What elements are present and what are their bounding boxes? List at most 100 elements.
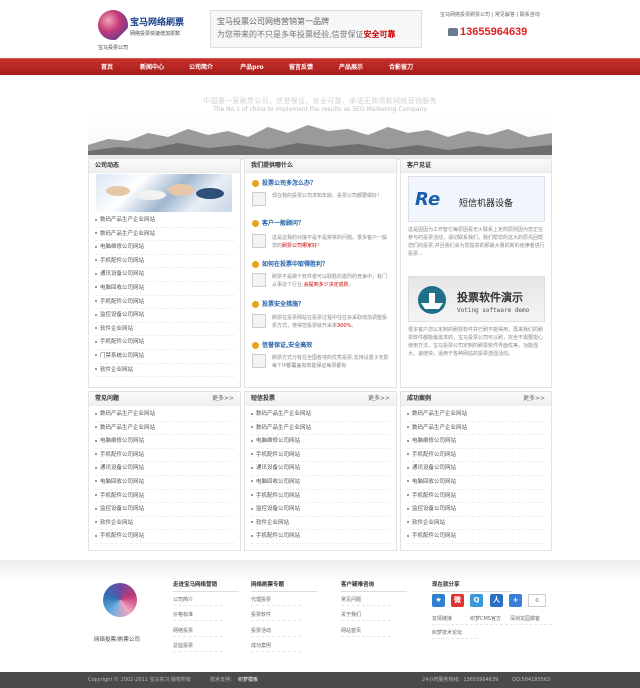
list-item[interactable]: 手机配件公司网站 — [95, 449, 234, 463]
qzone-share-icon[interactable]: ★ — [432, 594, 445, 607]
tencent-share-icon[interactable]: Q — [470, 594, 483, 607]
banner-headline: 中国第一家刷票公司，信誉保证，安全可靠，承诺无效退款网络营销服务 — [203, 97, 437, 105]
nav-item-home[interactable]: 首页 — [92, 59, 122, 76]
list-item[interactable]: 电脑维修公司网站 — [407, 435, 545, 449]
list-item[interactable]: 手机配件公司网站 — [407, 490, 545, 504]
more-link[interactable]: 更多>> — [523, 392, 545, 406]
more-link[interactable]: 更多>> — [368, 392, 390, 406]
nav-item-gallery[interactable]: 合影留刀 — [382, 59, 420, 76]
success-cases-list: 数码产品生产企业网站 数码产品生产企业网站 电脑维修公司网站 手机配件公司网站 … — [401, 406, 551, 544]
footer-col-about-title: 走进宝马网络营销 — [173, 580, 239, 592]
list-item[interactable]: 通讯设备公司网站 — [407, 462, 545, 476]
faq-question[interactable]: 如何在投票中取得胜利？ — [252, 259, 328, 268]
footer-link[interactable]: 关于我们 — [341, 611, 391, 621]
footer-link[interactable]: 网站首页 — [341, 627, 391, 637]
list-item[interactable]: 数码产品生产企业网站 — [251, 408, 390, 422]
footer-link[interactable]: 价格标准 — [173, 611, 223, 621]
list-item[interactable]: 数码产品生产企业网站 — [95, 408, 234, 422]
friend-link[interactable]: 深圳龙园做客 — [510, 615, 552, 625]
list-item[interactable]: 门禁系统公司网站 — [95, 350, 234, 364]
sms-device-banner[interactable]: Re 短信机器设备 — [408, 176, 545, 222]
footer-link[interactable]: 常见问题 — [341, 596, 391, 606]
list-item[interactable]: 通讯设备公司网站 — [95, 268, 234, 282]
list-item[interactable]: 通讯设备公司网站 — [251, 462, 390, 476]
list-item[interactable]: 手机配件公司网站 — [95, 336, 234, 350]
list-item[interactable]: 电脑回收公司网站 — [407, 476, 545, 490]
list-item[interactable]: 手机配件公司网站 — [95, 296, 234, 310]
list-item[interactable]: 软件企业网站 — [95, 323, 234, 337]
list-item[interactable]: 电脑回收公司网站 — [95, 282, 234, 296]
hotline-number: 13655964639 — [460, 26, 528, 38]
slogan-box: 宝马投票公司网络营销第一品牌 为您带来的不只是多年投票经验,信誉保证安全可靠 — [210, 10, 422, 48]
faq-question[interactable]: 投票安全措施？ — [252, 299, 304, 308]
footer-link[interactable]: 投票软件 — [251, 611, 301, 621]
list-item[interactable]: 数码产品生产企业网站 — [407, 422, 545, 436]
faq-question[interactable]: 客户一般顾问？ — [252, 218, 304, 227]
footer-link[interactable]: 代理投票 — [251, 596, 301, 606]
footer-link[interactable]: 投票活动 — [251, 627, 301, 637]
logo-caption: 宝马投票公司 — [98, 45, 129, 51]
list-item[interactable]: 监控设备公司网站 — [407, 503, 545, 517]
phone-icon — [448, 28, 458, 36]
voting-demo-banner[interactable]: 投票软件演示 Voting software demo — [408, 276, 545, 322]
nav-item-news[interactable]: 新闻中心 — [133, 59, 171, 76]
list-item[interactable]: 数码产品生产企业网站 — [95, 228, 234, 242]
list-item[interactable]: 监控设备公司网站 — [95, 309, 234, 323]
list-item[interactable]: 通讯设备公司网站 — [95, 462, 234, 476]
list-item[interactable]: 监控设备公司网站 — [95, 503, 234, 517]
friend-link[interactable]: 织梦CMS官方 — [470, 615, 508, 625]
voting-demo-subtitle: Voting software demo — [457, 307, 530, 314]
list-item[interactable]: 数码产品生产企业网站 — [251, 422, 390, 436]
list-item[interactable]: 手机配件公司网站 — [95, 490, 234, 504]
logo-icon[interactable] — [98, 10, 128, 40]
voting-demo-title: 投票软件演示 — [457, 291, 523, 304]
nav-item-about[interactable]: 公司简介 — [182, 59, 220, 76]
top-links[interactable]: 宝马网络投票刷票公司 | 常见解答 | 联系咨询 — [440, 11, 540, 18]
testimonial-text: 很多客户您以定制的刷票软件并已刷不能得用，再来我们的刷票软件都能最需求的，宝马投… — [408, 327, 544, 357]
list-item[interactable]: 电脑维修公司网站 — [95, 435, 234, 449]
nav-item-feedback[interactable]: 留言反馈 — [282, 59, 320, 76]
weibo-share-icon[interactable]: 微 — [451, 594, 464, 607]
faq-question[interactable]: 投票公司多怎么办？ — [252, 178, 316, 187]
footer-qq: QQ:584185563 — [512, 677, 551, 683]
list-item[interactable]: 数码产品生产企业网站 — [407, 408, 545, 422]
list-item[interactable]: 软件企业网站 — [251, 517, 390, 531]
footer-link[interactable]: 网络投票 — [173, 627, 223, 637]
tech-support-label: 技术支持： — [210, 677, 236, 683]
slogan-line1: 宝马投票公司网络营销第一品牌 — [217, 17, 329, 26]
more-share-icon[interactable]: + — [509, 594, 522, 607]
faq-answer: 刷票不是做个软件者可以取胜的激烈的竞争中，有门从事这个行业,会提到多少决定成败。 — [272, 274, 388, 288]
tech-support-link[interactable]: 织梦模板 — [238, 672, 258, 688]
renren-share-icon[interactable]: 人 — [490, 594, 503, 607]
list-item[interactable]: 手机配件公司网站 — [251, 530, 390, 544]
list-item[interactable]: 数码产品生产企业网站 — [95, 214, 234, 228]
list-item[interactable]: 手机配件公司网站 — [95, 530, 234, 544]
footer-link[interactable]: 成功案例 — [251, 642, 301, 652]
question-icon — [252, 261, 259, 268]
logo-title[interactable]: 宝马网络刷票 — [130, 15, 184, 28]
list-item[interactable]: 手机配件公司网站 — [251, 449, 390, 463]
list-item[interactable]: 电脑回收公司网站 — [251, 476, 390, 490]
list-item[interactable]: 监控设备公司网站 — [251, 503, 390, 517]
list-item[interactable]: 电脑回收公司网站 — [95, 476, 234, 490]
list-item[interactable]: 电脑维修公司网站 — [95, 241, 234, 255]
list-item[interactable]: 软件企业网站 — [407, 517, 545, 531]
nav-item-showcase[interactable]: 产品展示 — [332, 59, 370, 76]
list-item[interactable]: 软件企业网站 — [95, 364, 234, 378]
footer-col-topics-title: 网络刷票专题 — [251, 580, 317, 592]
faq-question[interactable]: 信誉保证,安全高效 — [252, 340, 312, 349]
more-link[interactable]: 更多>> — [212, 392, 234, 406]
list-item[interactable]: 手机配件公司网站 — [251, 490, 390, 504]
list-item[interactable]: 手机配件公司网站 — [95, 255, 234, 269]
faq-answer: 现在我的投票公司求知年龄。投票公司都要做好！ — [272, 193, 383, 199]
list-item[interactable]: 手机配件公司网站 — [407, 449, 545, 463]
list-item[interactable]: 数码产品生产企业网站 — [95, 422, 234, 436]
list-item[interactable]: 手机配件公司网站 — [407, 530, 545, 544]
list-item[interactable]: 电脑维修公司网站 — [251, 435, 390, 449]
friend-link[interactable]: 友情链接 — [432, 615, 468, 625]
footer-link[interactable]: 公司简介 — [173, 596, 223, 606]
footer-link[interactable]: 总监投票 — [173, 642, 223, 652]
nav-item-products[interactable]: 产品pro — [233, 59, 271, 76]
friend-link[interactable]: 织梦技术论坛 — [432, 629, 478, 639]
list-item[interactable]: 软件企业网站 — [95, 517, 234, 531]
